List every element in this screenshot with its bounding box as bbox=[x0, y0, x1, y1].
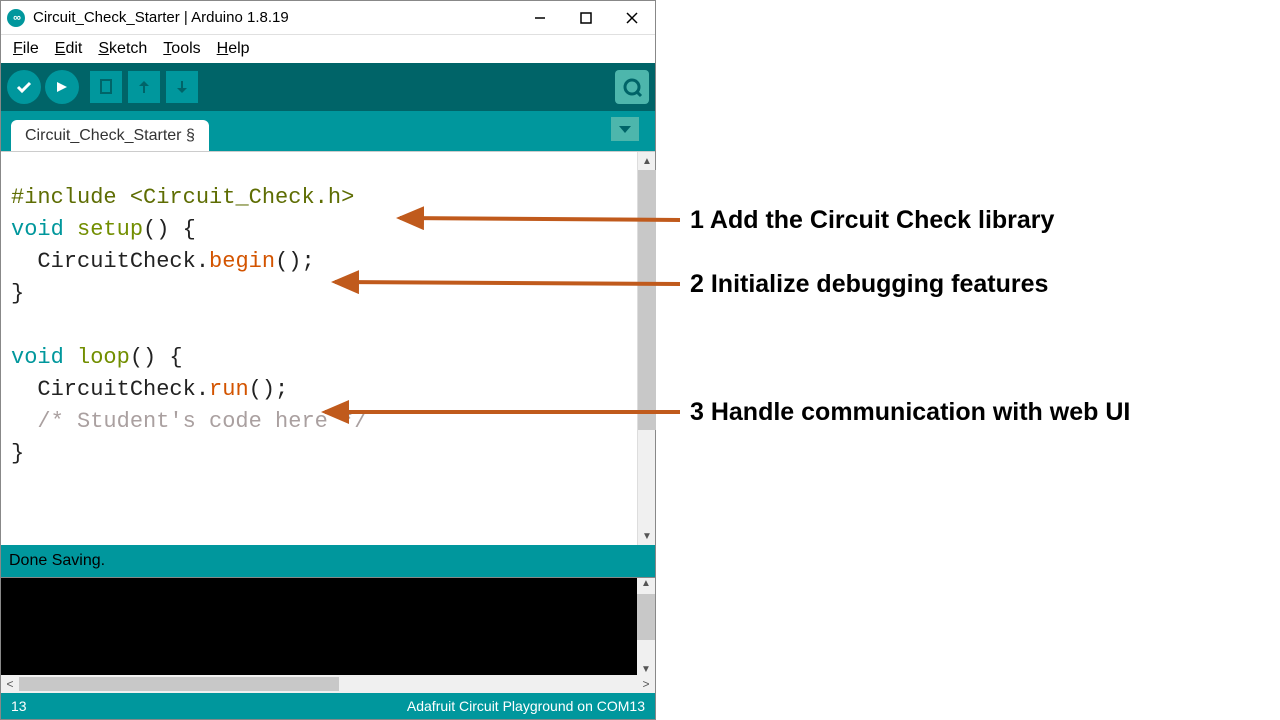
editor-vertical-scrollbar[interactable]: ▲ ▼ bbox=[637, 152, 655, 545]
open-sketch-button[interactable] bbox=[127, 70, 161, 104]
status-text: Done Saving. bbox=[9, 552, 105, 570]
scrollbar-thumb[interactable] bbox=[637, 594, 655, 640]
scrollbar-thumb[interactable] bbox=[638, 170, 656, 430]
window-title: Circuit_Check_Starter | Arduino 1.8.19 bbox=[33, 9, 517, 26]
menu-sketch[interactable]: Sketch bbox=[90, 38, 155, 60]
console-vertical-scrollbar[interactable] bbox=[637, 578, 655, 675]
scroll-right-icon[interactable]: > bbox=[637, 677, 655, 691]
cursor-line: 13 bbox=[11, 698, 27, 714]
tab-menu-dropdown[interactable] bbox=[611, 117, 639, 141]
verify-button[interactable] bbox=[7, 70, 41, 104]
annotation-3: 3 Handle communication with web UI bbox=[690, 398, 1130, 427]
scroll-down-icon[interactable]: ▼ bbox=[638, 527, 656, 545]
close-button[interactable] bbox=[609, 1, 655, 35]
info-bar: 13 Adafruit Circuit Playground on COM13 bbox=[1, 693, 655, 719]
console-area bbox=[1, 577, 655, 675]
annotations: 1 Add the Circuit Check library 2 Initia… bbox=[660, 0, 1280, 720]
status-bar: Done Saving. bbox=[1, 545, 655, 577]
code-editor[interactable]: #include <Circuit_Check.h> void setup() … bbox=[1, 152, 637, 545]
menubar: File Edit Sketch Tools Help bbox=[1, 35, 655, 63]
titlebar: ∞ Circuit_Check_Starter | Arduino 1.8.19 bbox=[1, 1, 655, 35]
scrollbar-thumb[interactable] bbox=[19, 677, 339, 691]
menu-help[interactable]: Help bbox=[209, 38, 258, 60]
save-sketch-button[interactable] bbox=[165, 70, 199, 104]
maximize-button[interactable] bbox=[563, 1, 609, 35]
arduino-logo-icon: ∞ bbox=[7, 9, 25, 27]
annotation-2: 2 Initialize debugging features bbox=[690, 270, 1048, 299]
tab-circuit-check-starter[interactable]: Circuit_Check_Starter § bbox=[11, 120, 209, 151]
menu-edit[interactable]: Edit bbox=[47, 38, 91, 60]
upload-button[interactable] bbox=[45, 70, 79, 104]
console-output[interactable] bbox=[1, 578, 637, 675]
scroll-up-icon[interactable]: ▲ bbox=[638, 152, 656, 170]
menu-file[interactable]: File bbox=[5, 38, 47, 60]
minimize-button[interactable] bbox=[517, 1, 563, 35]
editor-area: #include <Circuit_Check.h> void setup() … bbox=[1, 151, 655, 545]
board-info: Adafruit Circuit Playground on COM13 bbox=[407, 698, 645, 714]
tabstrip: Circuit_Check_Starter § bbox=[1, 111, 655, 151]
console-horizontal-scrollbar[interactable]: < > bbox=[1, 675, 655, 693]
serial-monitor-button[interactable] bbox=[615, 70, 649, 104]
annotation-1: 1 Add the Circuit Check library bbox=[690, 206, 1054, 235]
toolbar bbox=[1, 63, 655, 111]
new-sketch-button[interactable] bbox=[89, 70, 123, 104]
menu-tools[interactable]: Tools bbox=[155, 38, 208, 60]
scroll-left-icon[interactable]: < bbox=[1, 677, 19, 691]
arduino-ide-window: ∞ Circuit_Check_Starter | Arduino 1.8.19… bbox=[0, 0, 656, 720]
